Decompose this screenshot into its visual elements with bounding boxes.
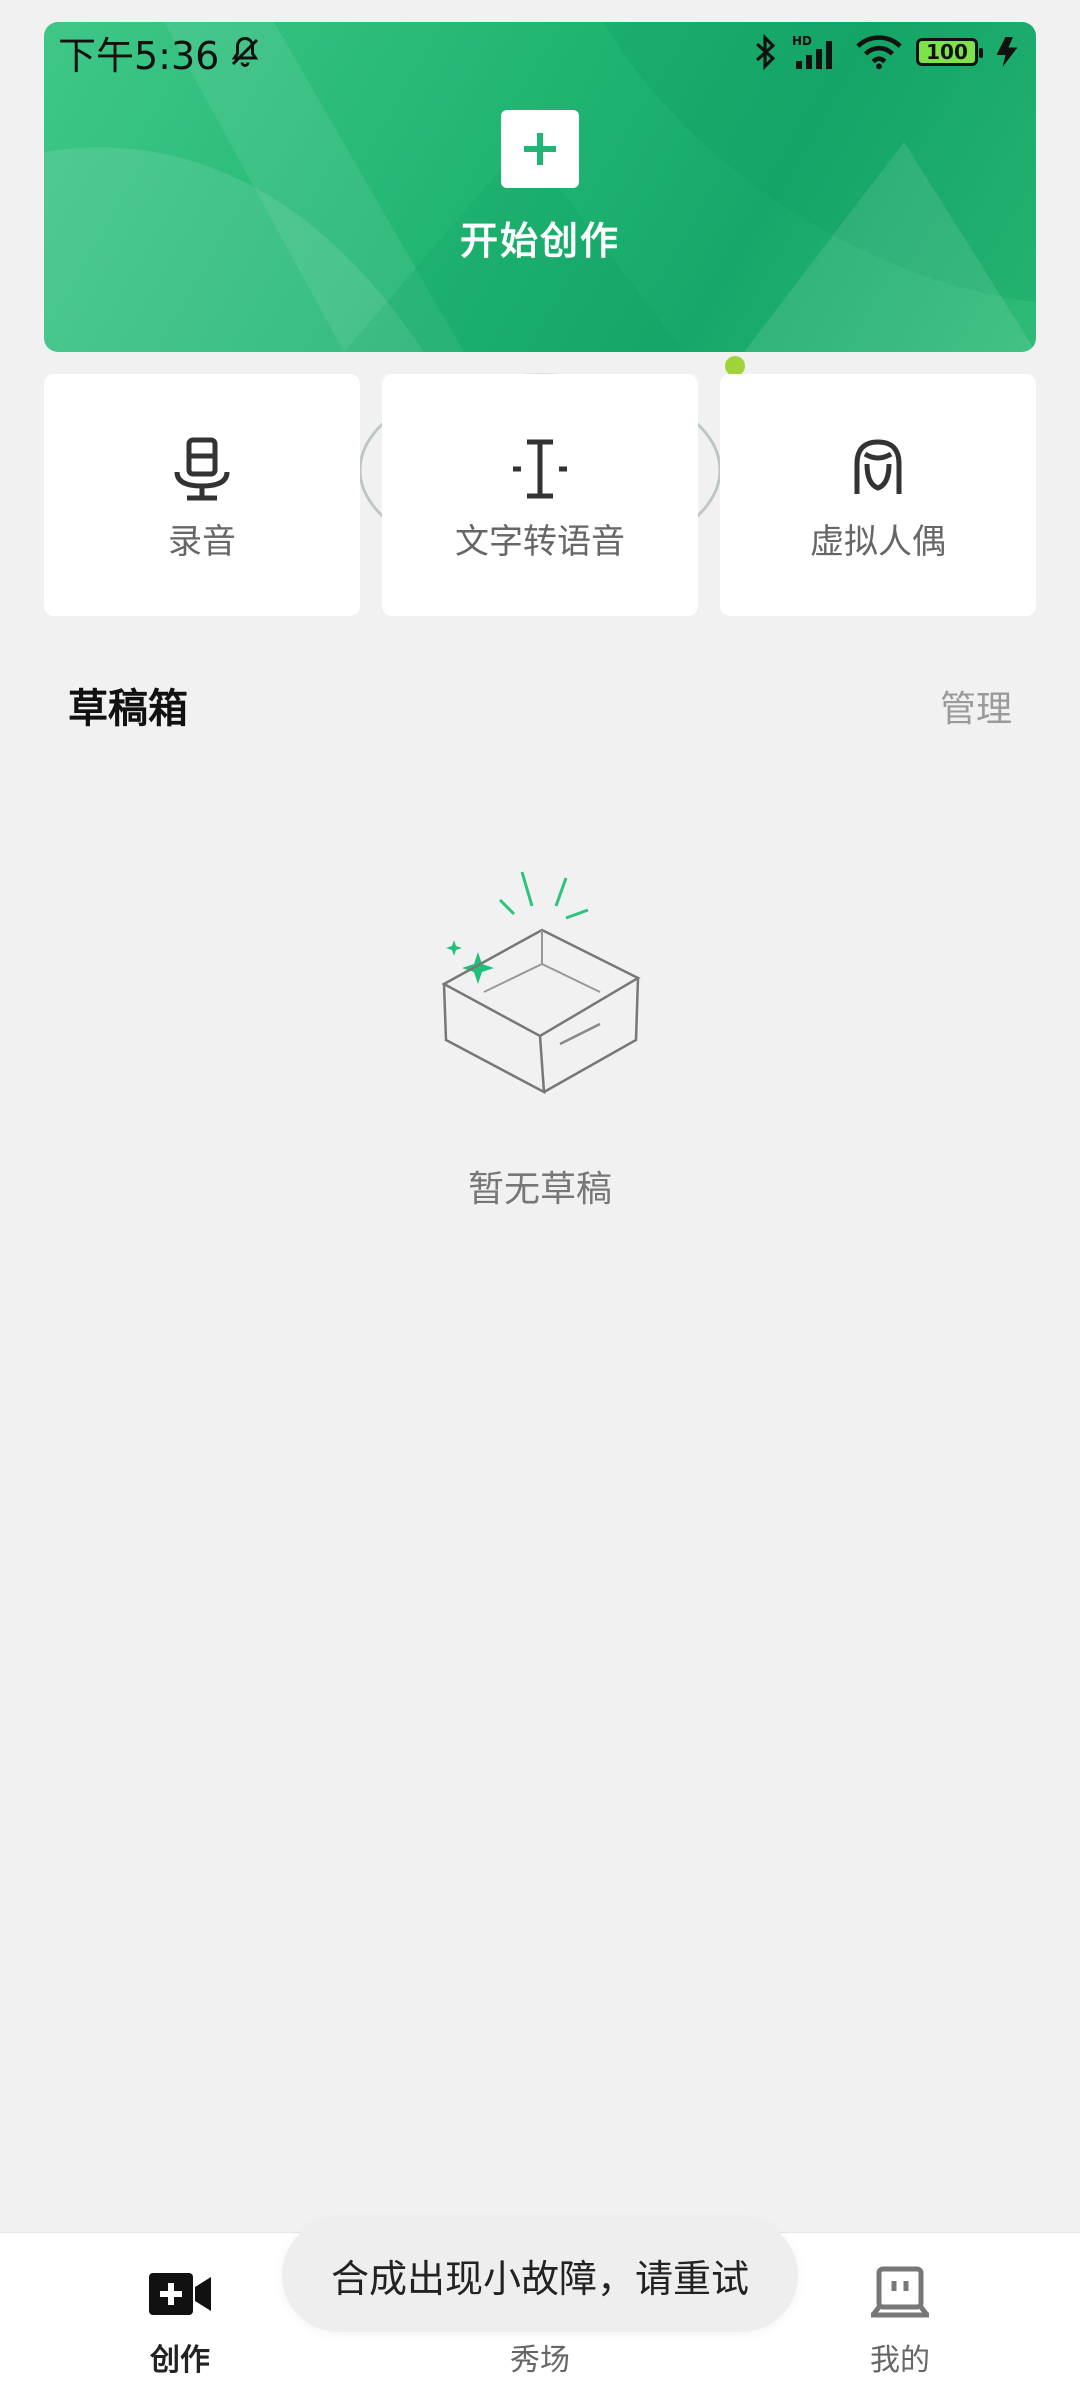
- record-audio-card[interactable]: 录音: [44, 374, 360, 616]
- virtual-avatar-label: 虚拟人偶: [810, 521, 946, 562]
- drafts-title: 草稿箱: [68, 686, 188, 732]
- video-plus-icon: [149, 2273, 211, 2315]
- virtual-avatar-card[interactable]: 虚拟人偶: [720, 374, 1036, 616]
- profile-tv-icon: [871, 2266, 929, 2318]
- empty-drafts-text: 暂无草稿: [467, 1169, 612, 1210]
- nav-label-showroom: 秀场: [510, 2343, 570, 2378]
- text-to-speech-card[interactable]: 文字转语音: [382, 374, 698, 616]
- status-time: 下午5:36: [58, 33, 220, 78]
- nav-label-profile: 我的: [870, 2343, 930, 2378]
- manage-drafts-button[interactable]: 管理: [940, 680, 1012, 732]
- mute-bell-icon: [232, 36, 259, 67]
- bluetooth-icon: [756, 33, 776, 71]
- nav-item-profile[interactable]: 我的: [800, 2233, 1000, 2400]
- status-bar: 下午5:36 HD 100: [44, 22, 1036, 82]
- network-hd-label: HD: [792, 34, 812, 48]
- empty-box-icon: [441, 871, 641, 1095]
- text-to-speech-label: 文字转语音: [455, 521, 625, 562]
- microphone-icon: [174, 437, 230, 500]
- avatar-icon: [854, 438, 902, 494]
- text-cursor-icon: [513, 439, 567, 498]
- error-toast: 合成出现小故障，请重试: [282, 2218, 798, 2332]
- start-creation-title: 开始创作: [459, 219, 620, 263]
- signal-icon: HD: [792, 34, 832, 69]
- record-audio-label: 录音: [168, 521, 236, 562]
- plus-icon: [501, 110, 579, 188]
- nav-item-create[interactable]: 创作: [80, 2233, 280, 2400]
- start-creation-card[interactable]: 下午5:36 HD 100 开始创作: [44, 22, 1036, 352]
- nav-label-create: 创作: [150, 2343, 210, 2378]
- battery-indicator: 100: [916, 38, 983, 66]
- wifi-icon: [856, 35, 902, 70]
- charging-icon: [996, 37, 1018, 67]
